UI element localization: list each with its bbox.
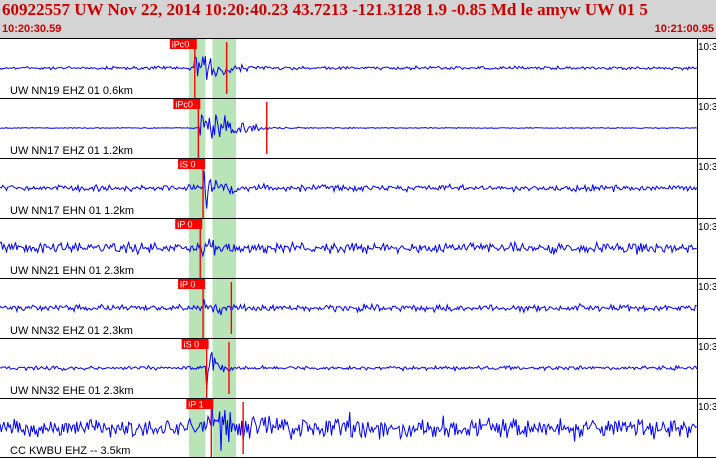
station-label: CC KWBU EHZ -- 3.5km [10, 445, 130, 457]
event-title: 60922557 UW Nov 22, 2014 10:20:40.23 43.… [2, 0, 648, 19]
waveform-trace [0, 400, 698, 451]
pick-label: iS 0 [180, 160, 196, 170]
pick-label: iP 0 [177, 220, 192, 230]
station-label: UW NN32 EHZ 01 2.3km [10, 325, 133, 337]
row-time-label: 10:3 [698, 102, 716, 113]
waveform-trace [0, 171, 698, 209]
pick-label: iP 1 [188, 400, 203, 410]
waveform-trace [0, 113, 698, 139]
row-time-label: 10:3 [698, 42, 716, 53]
row-time-label: 10:3 [698, 342, 716, 353]
pick-label: iP 0 [180, 280, 195, 290]
row-time-label: 10:3 [698, 402, 716, 413]
station-label: UW NN17 EHZ 01 1.2km [10, 145, 133, 157]
seismogram-panel: iPc0 UW NN19 EHZ 01 0.6km 10:3 iPc0 UW NN17 … [0, 38, 716, 458]
row-time-label: 10:3 [698, 162, 716, 173]
waveform-trace [0, 238, 698, 258]
start-time: 10:20:30.59 [2, 23, 62, 35]
station-label: UW NN21 EHN 01 2.3km [10, 265, 134, 277]
seismogram-svg: iPc0 UW NN19 EHZ 01 0.6km 10:3 iPc0 UW NN17 … [0, 38, 716, 458]
pick-label: iS 0 [184, 340, 200, 350]
station-label: UW NN19 EHZ 01 0.6km [10, 85, 133, 97]
station-label: UW NN17 EHN 01 1.2km [10, 205, 134, 217]
waveform-trace [0, 352, 698, 390]
row-time-label: 10:3 [698, 222, 716, 233]
station-label: UW NN32 EHE 01 2.3km [10, 385, 133, 397]
end-time: 10:21:00.95 [654, 23, 714, 35]
row-time-label: 10:3 [698, 282, 716, 293]
event-header: 60922557 UW Nov 22, 2014 10:20:40.23 43.… [0, 0, 716, 38]
pick-label: iPc0 [175, 100, 193, 110]
waveform-trace [0, 299, 697, 316]
waveform-trace [0, 55, 698, 80]
pick-label: iPc0 [172, 40, 190, 50]
